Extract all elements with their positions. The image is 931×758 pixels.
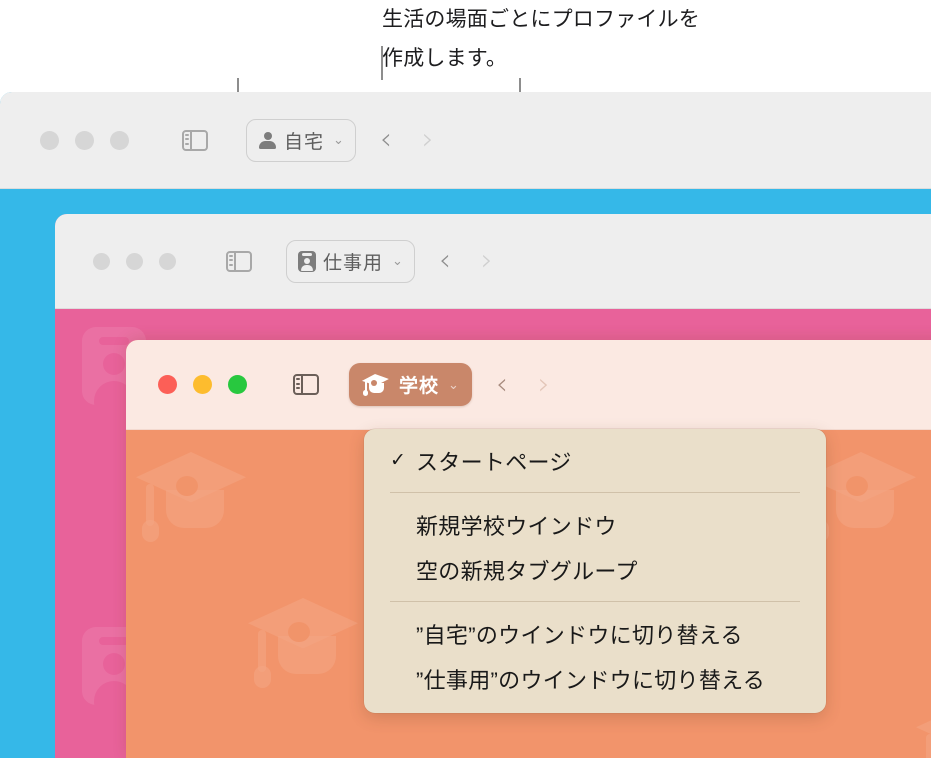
menu-item-start-page[interactable]: ✓ スタートページ	[364, 438, 826, 483]
traffic-lights-home	[40, 130, 129, 150]
screenshot-stage: 生活の場面ごとにプロファイルを 作成します。 自宅 ⌄ ‹ › 仕事用 ⌄ ‹ …	[0, 0, 931, 758]
forward-button[interactable]: ›	[422, 125, 434, 155]
graduation-cap-watermark	[916, 700, 931, 758]
traffic-lights-work	[93, 252, 176, 270]
minimize-button[interactable]	[75, 130, 94, 150]
zoom-button[interactable]	[110, 130, 129, 150]
toolbar-home: 自宅 ⌄ ‹ ›	[0, 92, 931, 259]
graduation-cap-icon	[362, 373, 392, 396]
profile-button-work[interactable]: 仕事用 ⌄	[286, 239, 415, 283]
callout-bracket-stem	[381, 46, 383, 80]
profile-dropdown-menu[interactable]: ✓ スタートページ 新規学校ウインドウ 空の新規タブグループ ”自宅”のウインド…	[364, 429, 826, 713]
zoom-button[interactable]	[159, 252, 176, 270]
sidebar-toggle-icon[interactable]	[182, 129, 208, 151]
back-button[interactable]: ‹	[380, 125, 392, 155]
profile-button-home[interactable]: 自宅 ⌄	[246, 118, 356, 162]
profile-label-home: 自宅	[284, 131, 325, 153]
nav-buttons-home: ‹ ›	[380, 125, 434, 155]
checkmark-icon: ✓	[390, 450, 407, 471]
menu-separator	[390, 601, 800, 602]
menu-item-label: 空の新規タブグループ	[416, 558, 638, 584]
person-icon	[258, 131, 277, 150]
callout-annotation-text: 生活の場面ごとにプロファイルを 作成します。	[382, 8, 700, 70]
menu-item-new-school-window[interactable]: 新規学校ウインドウ	[364, 502, 826, 547]
profile-label-work: 仕事用	[323, 252, 384, 274]
close-button[interactable]	[93, 252, 110, 270]
nav-buttons-work: ‹ ›	[439, 246, 493, 276]
id-badge-icon	[298, 250, 316, 272]
close-button[interactable]	[158, 375, 177, 394]
minimize-button[interactable]	[126, 252, 143, 270]
back-button[interactable]: ‹	[439, 246, 451, 276]
profile-button-school[interactable]: 学校 ⌄	[349, 363, 472, 406]
sidebar-toggle-icon[interactable]	[293, 374, 319, 395]
menu-item-switch-to-work-window[interactable]: ”仕事用”のウインドウに切り替える	[364, 656, 826, 701]
profile-label-school: 学校	[399, 376, 440, 397]
chevron-down-icon: ⌄	[333, 132, 344, 147]
graduation-cap-watermark	[136, 450, 254, 542]
nav-buttons-school: ‹ ›	[496, 369, 550, 400]
graduation-cap-watermark	[248, 596, 366, 688]
sidebar-toggle-icon[interactable]	[226, 250, 252, 272]
menu-separator	[390, 492, 800, 493]
menu-item-label: ”仕事用”のウインドウに切り替える	[416, 667, 766, 693]
forward-button[interactable]: ›	[481, 246, 493, 276]
toolbar-school: 学校 ⌄ ‹ ›	[126, 340, 931, 430]
menu-item-label: 新規学校ウインドウ	[416, 513, 617, 539]
menu-item-label: ”自宅”のウインドウに切り替える	[416, 622, 743, 648]
traffic-lights-school	[158, 375, 247, 394]
chevron-down-icon: ⌄	[392, 253, 403, 268]
close-button[interactable]	[40, 130, 59, 150]
zoom-button[interactable]	[228, 375, 247, 394]
minimize-button[interactable]	[193, 375, 212, 394]
forward-button[interactable]: ›	[538, 369, 550, 400]
menu-item-new-empty-tab-group[interactable]: 空の新規タブグループ	[364, 547, 826, 592]
menu-item-switch-to-home-window[interactable]: ”自宅”のウインドウに切り替える	[364, 611, 826, 656]
menu-item-label: スタートページ	[416, 449, 572, 475]
back-button[interactable]: ‹	[496, 369, 508, 400]
toolbar-work: 仕事用 ⌄ ‹ ›	[55, 214, 931, 500]
chevron-down-icon: ⌄	[448, 376, 459, 392]
